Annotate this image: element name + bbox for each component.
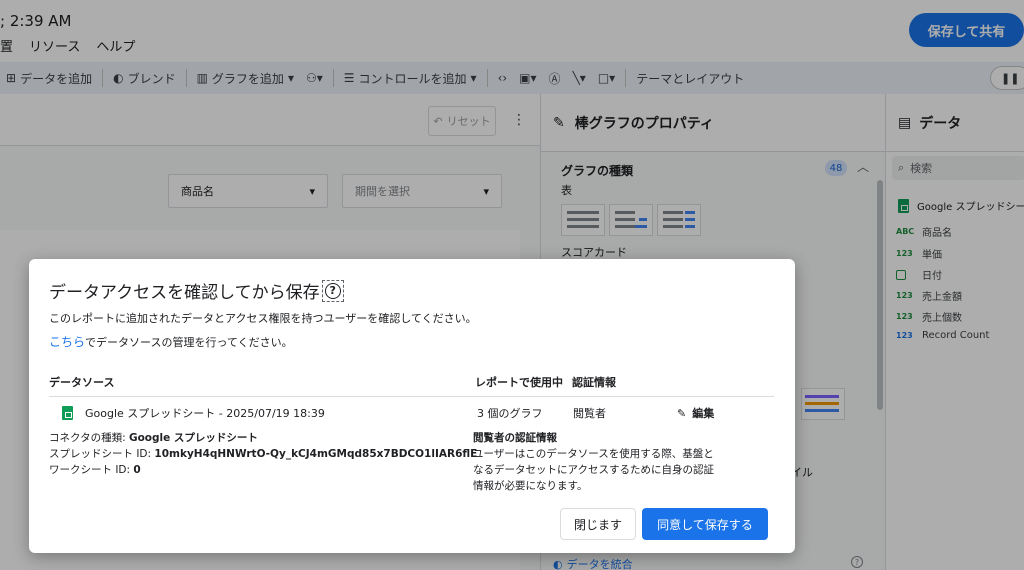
connector-type: コネクタの種類: Google スプレッドシート [49,430,258,445]
table-divider [49,396,774,397]
worksheet-id-value: 0 [133,464,141,476]
sheet-id-label: スプレッドシート ID: [49,448,155,460]
manage-sources-text: こちらでデータソースの管理を行ってください。 [49,333,293,350]
pencil-icon: ✎ [677,406,687,420]
column-header-credentials: 認証情報 [572,376,616,389]
manage-sources-suffix: でデータソースの管理を行ってください。 [85,336,293,349]
dialog-description: このレポートに追加されたデータとアクセス権限を持つユーザーを確認してください。 [49,312,477,325]
column-header-source: データソース [49,376,115,389]
edit-label: 編集 [692,407,715,420]
close-button[interactable]: 閉じます [560,508,636,540]
connector-value: Google スプレッドシート [128,432,258,444]
spreadsheet-id: スプレッドシート ID: 10mkyH4qHNWrtO-Qy_kCJ4mGMqd… [49,446,477,461]
edit-credentials-button[interactable]: ✎ 編集 [677,405,714,421]
dialog-title: データアクセスを確認してから保存 [49,283,320,303]
data-source-cell: Google スプレッドシート - 2025/07/19 18:39 [62,405,325,421]
agree-and-save-button[interactable]: 同意して保存する [642,508,768,540]
credential-cell: 閲覧者 [573,407,606,420]
review-data-access-dialog: データアクセスを確認してから保存 ? このレポートに追加されたデータとアクセス権… [29,259,795,553]
dialog-title-row: データアクセスを確認してから保存 ? [49,278,344,303]
worksheet-id: ワークシート ID: 0 [49,462,141,477]
worksheet-id-label: ワークシート ID: [49,464,134,476]
manage-sources-link[interactable]: こちら [49,335,85,349]
usage-cell: 3 個のグラフ [477,407,543,420]
help-icon[interactable]: ? [321,279,344,302]
credential-info-text: ユーザーはこのデータソースを使用する際、基盤となるデータセットにアクセスするため… [473,448,714,492]
sheet-id-value: 10mkyH4qHNWrtO-Qy_kCJ4mGMqd85x7BDCO1lIAR… [154,448,478,460]
column-header-usage: レポートで使用中 [475,376,563,389]
data-source-name: Google スプレッドシート - 2025/07/19 18:39 [85,407,325,420]
credential-info-title: 閲覧者の認証情報 [473,432,557,444]
connector-label: コネクタの種類: [49,432,129,444]
sheets-icon [62,406,73,420]
